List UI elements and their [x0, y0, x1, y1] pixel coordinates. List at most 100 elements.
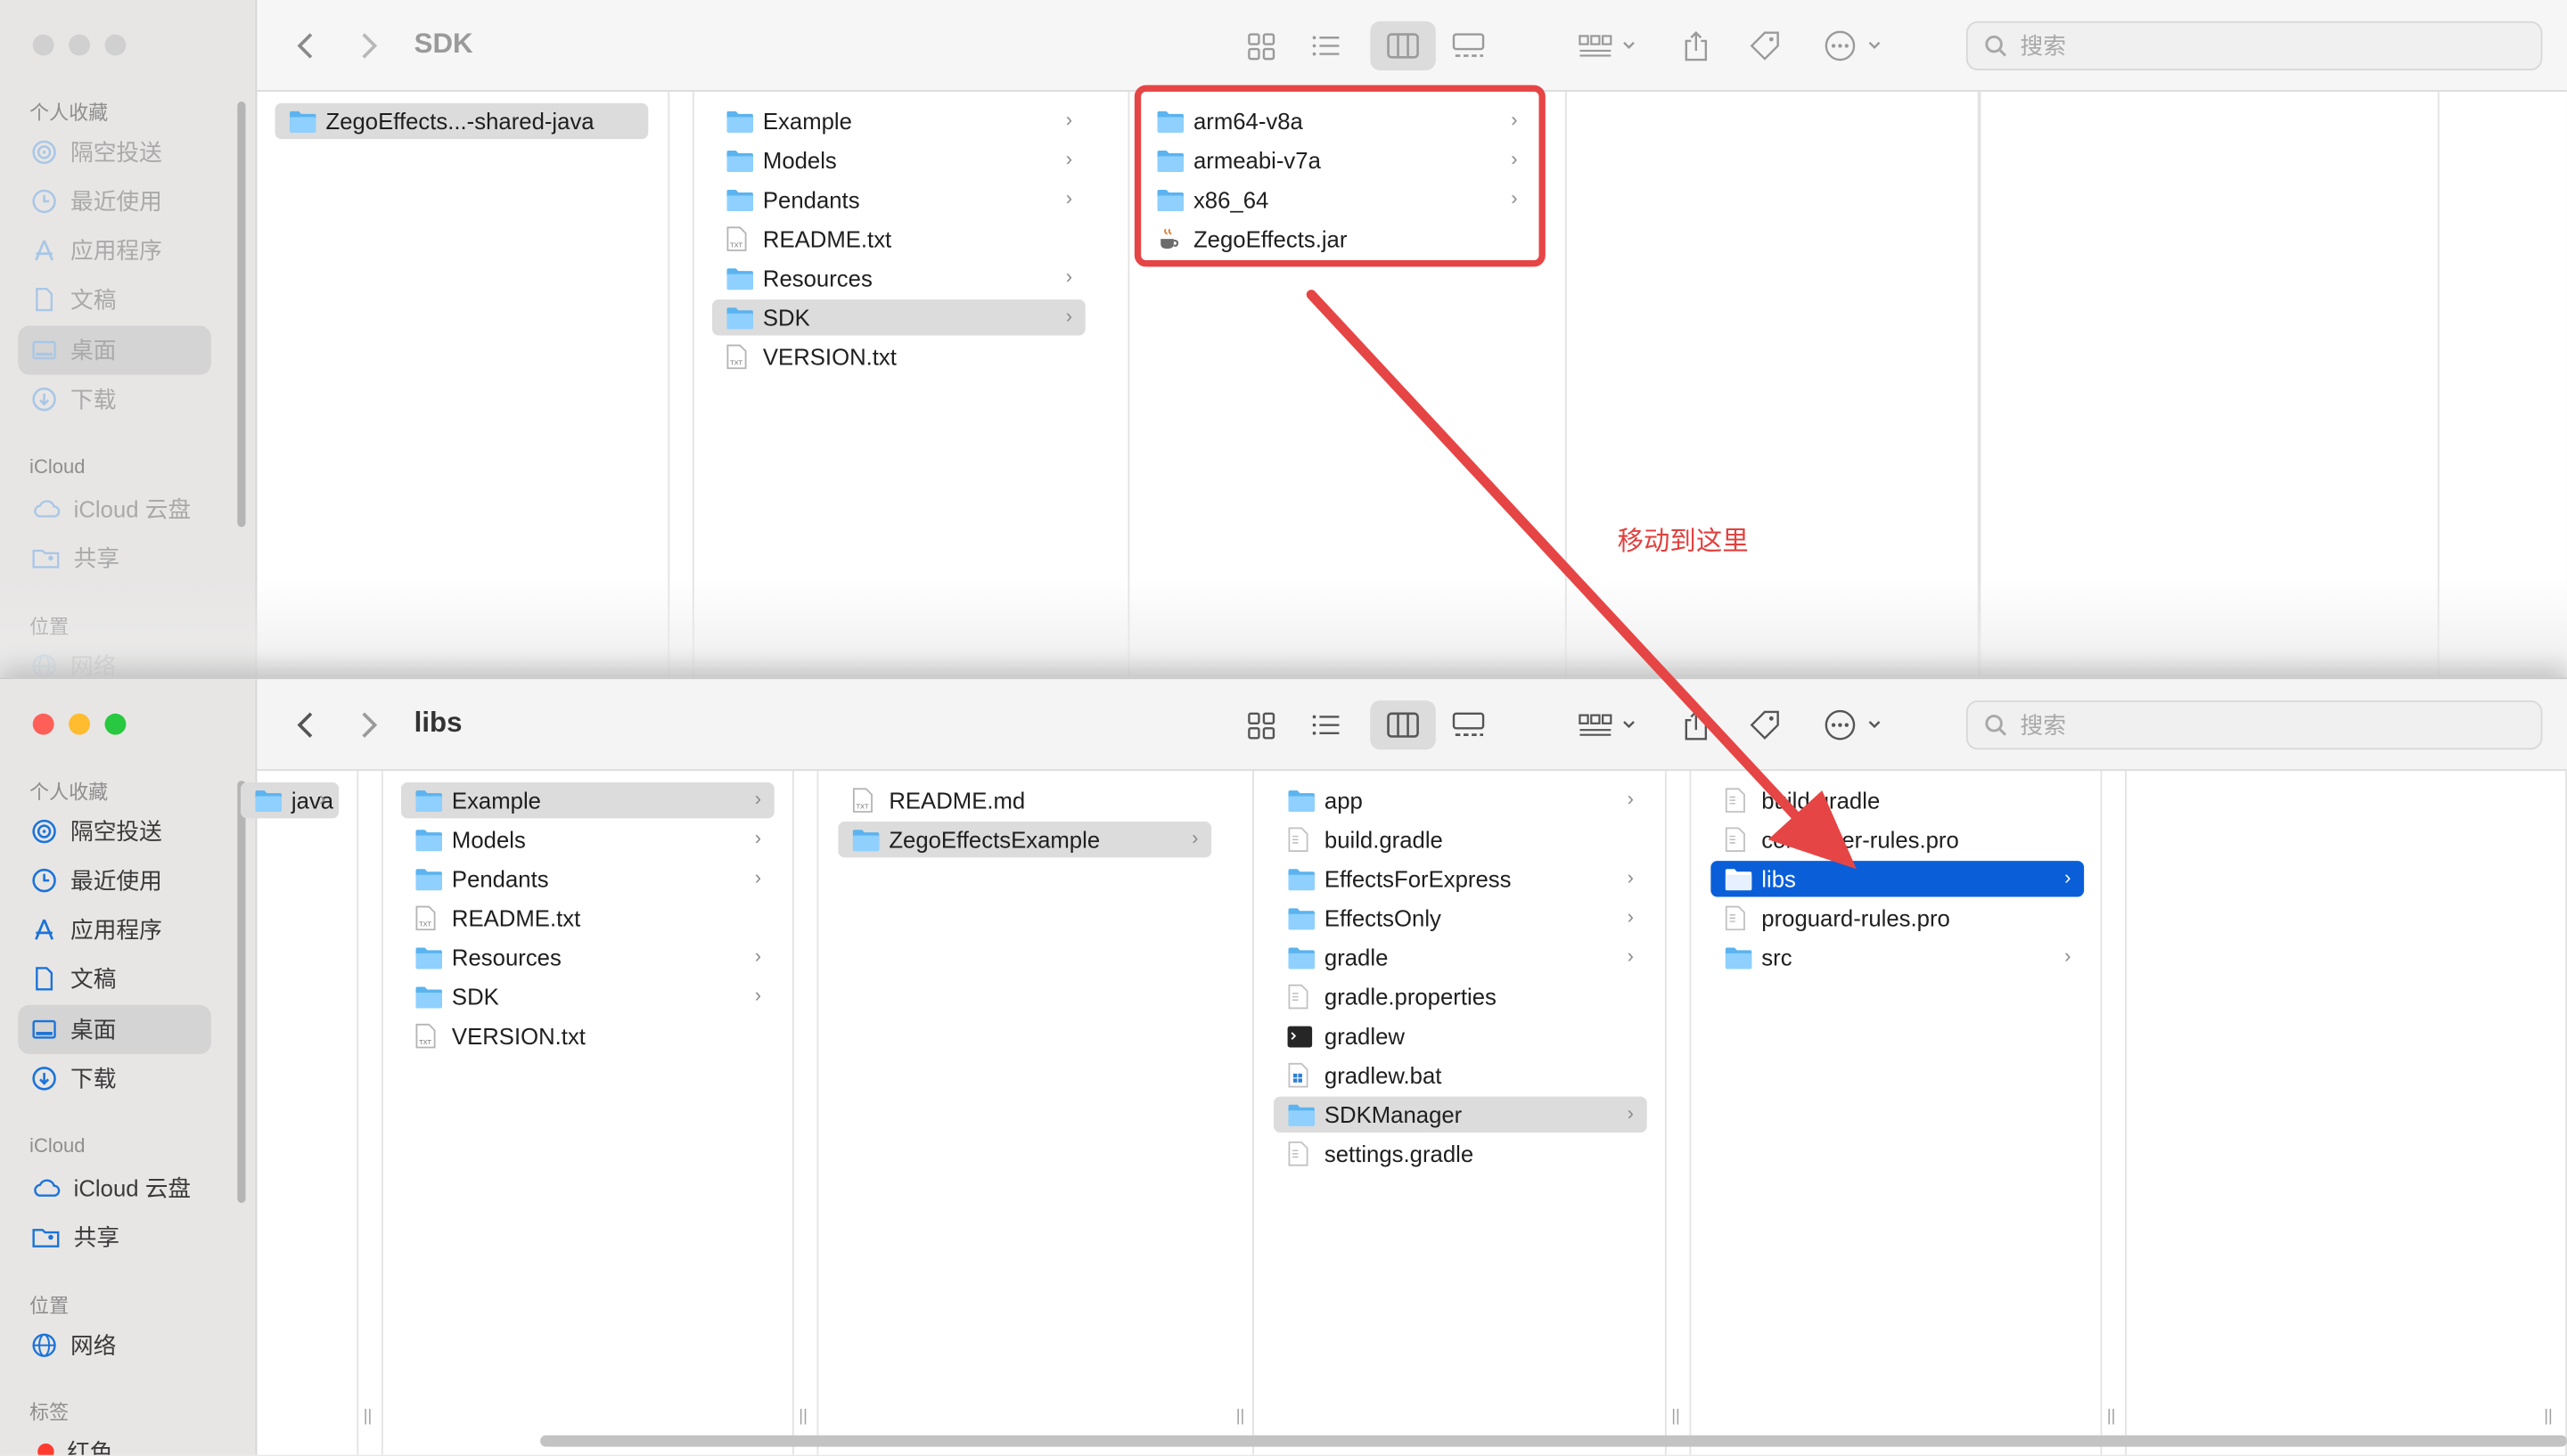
file-row[interactable]: x86_64 › [1143, 182, 1530, 217]
file-row[interactable]: EffectsForExpress › [1274, 861, 1647, 896]
file-row[interactable]: libs › [1710, 861, 2085, 897]
file-row[interactable]: ZegoEffectsExample › [838, 822, 1212, 858]
file-row[interactable]: ZegoEffects.jar [1143, 221, 1530, 257]
column-resize-handle[interactable]: || [2107, 1408, 2116, 1426]
column-resize-handle[interactable]: || [1236, 1408, 1245, 1426]
window-title: libs [414, 707, 463, 739]
sidebar-item-network[interactable]: 网络 [18, 1321, 211, 1370]
tag-icon [1750, 710, 1779, 740]
file-row[interactable]: TXT README.md [838, 782, 1211, 818]
tag-button[interactable] [1743, 21, 1786, 70]
file-row[interactable]: gradlew [1274, 1018, 1647, 1053]
file-row[interactable]: TXT VERSION.txt [712, 339, 1086, 374]
gallery-view-button[interactable] [1446, 700, 1491, 749]
sidebar-item-document[interactable]: 文稿 [18, 275, 211, 324]
file-row[interactable]: Pendants › [401, 861, 775, 896]
file-row[interactable]: SDK › [401, 978, 775, 1014]
share-button[interactable] [1675, 21, 1718, 70]
sidebar-item-tag-red[interactable]: 红色 [18, 1427, 211, 1455]
group-by-button[interactable] [1573, 700, 1645, 749]
file-row[interactable]: gradle › [1274, 939, 1647, 975]
back-button[interactable] [286, 21, 325, 70]
search-field[interactable]: 搜索 [1965, 700, 2543, 750]
file-row[interactable]: gradle.properties [1274, 978, 1647, 1014]
sidebar-item-clock[interactable]: 最近使用 [18, 176, 211, 225]
file-row[interactable]: arm64-v8a › [1143, 103, 1530, 139]
more-actions-button[interactable] [1819, 700, 1891, 749]
file-row[interactable]: app › [1274, 782, 1647, 818]
file-row[interactable]: settings.gradle [1274, 1136, 1647, 1172]
list-view-button[interactable] [1305, 700, 1348, 749]
zoom-button[interactable] [104, 713, 127, 735]
icon-view-button[interactable] [1239, 700, 1282, 749]
zoom-button[interactable] [104, 34, 127, 56]
sidebar-item-download[interactable]: 下载 [18, 1054, 211, 1103]
sidebar-item-cloud[interactable]: iCloud 云盘 [18, 485, 211, 534]
sidebar-item-cloud[interactable]: iCloud 云盘 [18, 1164, 211, 1213]
file-row[interactable]: SDK › [711, 299, 1086, 336]
close-button[interactable] [32, 713, 54, 735]
file-row[interactable]: proguard-rules.pro [1710, 900, 2084, 936]
icon-view-button[interactable] [1239, 21, 1282, 70]
sidebar-item-document[interactable]: 文稿 [18, 954, 211, 1003]
file-row[interactable]: Example › [712, 103, 1086, 139]
file-row[interactable]: TXT README.txt [401, 900, 775, 936]
group-by-button[interactable] [1573, 21, 1645, 70]
forward-button[interactable] [349, 700, 388, 749]
sidebar-item-clock[interactable]: 最近使用 [18, 856, 211, 905]
file-row[interactable]: Models › [712, 143, 1086, 178]
forward-button[interactable] [349, 21, 388, 70]
column-resize-handle[interactable]: || [364, 1408, 373, 1426]
sidebar-item-shared-folder[interactable]: 共享 [18, 534, 211, 583]
more-actions-button[interactable] [1819, 21, 1891, 70]
file-row[interactable]: TXT VERSION.txt [401, 1018, 775, 1053]
file-row[interactable]: TXT README.txt [712, 221, 1086, 257]
file-row[interactable]: build.gradle [1274, 822, 1647, 857]
file-row[interactable]: build.gradle [1710, 782, 2084, 818]
search-field[interactable]: 搜索 [1965, 20, 2543, 70]
sidebar-item-label: iCloud 云盘 [73, 1174, 192, 1202]
tag-button[interactable] [1743, 700, 1786, 749]
file-row[interactable]: Models › [401, 822, 775, 857]
file-row[interactable]: ZegoEffects...-shared-java [275, 102, 649, 140]
column-resize-handle[interactable]: || [1671, 1408, 1680, 1426]
sidebar-item-desktop[interactable]: 桌面 [18, 325, 211, 375]
more-icon [1825, 709, 1881, 740]
sidebar-item-airdrop[interactable]: 隔空投送 [18, 806, 211, 855]
sidebar-item-desktop[interactable]: 桌面 [18, 1004, 211, 1054]
column-resize-handle[interactable]: || [799, 1408, 808, 1426]
file-row[interactable]: EffectsOnly › [1274, 900, 1647, 936]
sidebar-item-apps[interactable]: 应用程序 [18, 905, 211, 954]
chevron-right-icon: › [754, 983, 762, 1007]
file-row[interactable]: src › [1710, 939, 2084, 975]
column-resize-handle[interactable]: || [2544, 1408, 2553, 1426]
chevron-left-icon [297, 33, 313, 59]
file-row[interactable]: gradlew.bat [1274, 1058, 1647, 1093]
column-view-button[interactable] [1370, 20, 1436, 70]
gallery-view-button[interactable] [1446, 21, 1491, 70]
column-view-button[interactable] [1370, 700, 1436, 750]
file-row[interactable]: SDKManager › [1273, 1096, 1647, 1133]
sidebar-scrollbar[interactable] [237, 101, 246, 528]
close-button[interactable] [32, 34, 54, 56]
sidebar-item-shared-folder[interactable]: 共享 [18, 1213, 211, 1262]
horizontal-scrollbar[interactable] [540, 1435, 2567, 1447]
file-row[interactable]: java › [240, 781, 340, 819]
file-row[interactable]: consumer-rules.pro [1710, 822, 2084, 857]
shared-folder-icon [31, 1224, 61, 1250]
file-row[interactable]: Pendants › [712, 182, 1086, 217]
sidebar-item-airdrop[interactable]: 隔空投送 [18, 127, 211, 176]
file-row[interactable]: armeabi-v7a › [1143, 143, 1530, 178]
file-row[interactable]: Example › [400, 781, 775, 819]
list-view-button[interactable] [1305, 21, 1348, 70]
sidebar-item-apps[interactable]: 应用程序 [18, 225, 211, 274]
share-button[interactable] [1675, 700, 1718, 749]
file-row[interactable]: Resources › [401, 939, 775, 975]
sidebar-item-download[interactable]: 下载 [18, 375, 211, 424]
file-row[interactable]: Resources › [712, 260, 1086, 296]
sidebar-scrollbar[interactable] [237, 781, 246, 1203]
back-button[interactable] [286, 700, 325, 749]
apps-icon [31, 237, 57, 263]
minimize-button[interactable] [69, 34, 91, 56]
minimize-button[interactable] [69, 713, 91, 735]
